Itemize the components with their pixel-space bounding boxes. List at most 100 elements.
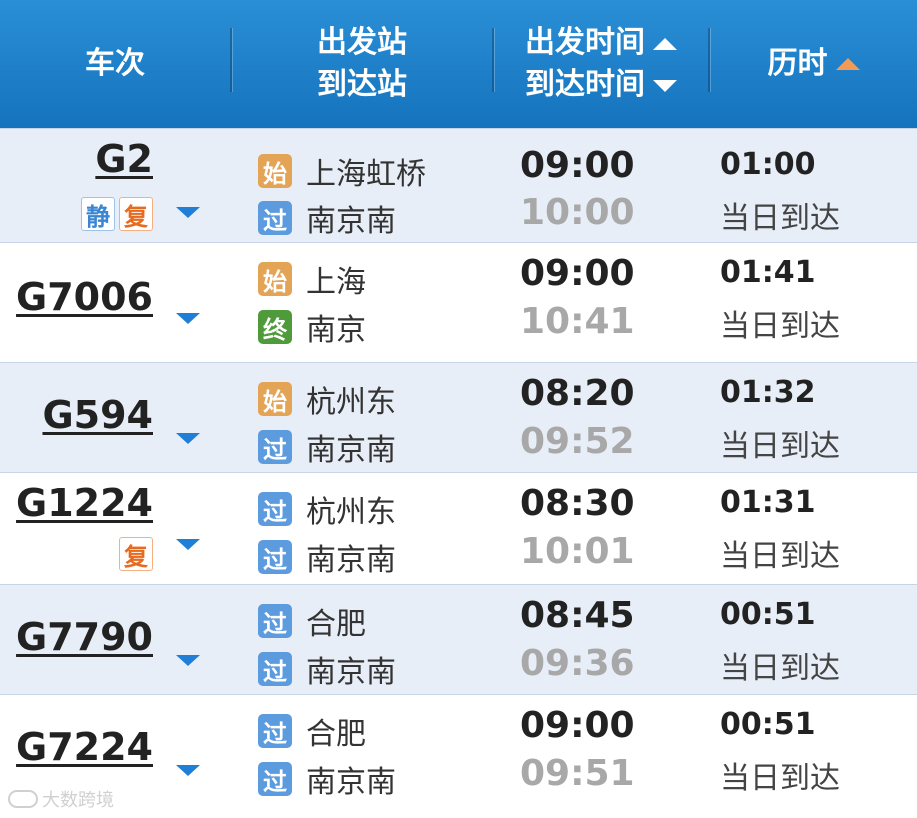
- watermark-text: 大数跨境: [42, 790, 114, 811]
- arrival-station-name: 南京南: [306, 655, 396, 690]
- arrival-day: 当日到达: [720, 761, 840, 796]
- train-badges: 静 复: [81, 197, 153, 231]
- header-to-label: 到达站: [317, 67, 407, 102]
- header-dep-time-sort[interactable]: 出发时间: [525, 22, 677, 64]
- train-number-link[interactable]: G2: [95, 137, 153, 181]
- arrival-time: 09:51: [520, 753, 635, 794]
- arrival-station: 过 南京南: [258, 196, 396, 240]
- arrival-station: 过 南京南: [258, 535, 396, 579]
- train-number-link[interactable]: G7006: [16, 275, 153, 319]
- duration: 01:41: [720, 255, 816, 290]
- pass-station-icon: 过: [258, 430, 292, 464]
- departure-station-name: 杭州东: [306, 495, 396, 530]
- origin-station-icon: 始: [258, 262, 292, 296]
- reservation-badge: 复: [119, 197, 153, 231]
- arrival-station: 过 南京南: [258, 647, 396, 691]
- departure-station-name: 合肥: [306, 717, 366, 752]
- chevron-down-icon[interactable]: [176, 313, 200, 324]
- departure-station: 过 合肥: [258, 709, 366, 753]
- departure-station-name: 杭州东: [306, 385, 396, 420]
- arrival-station-name: 南京: [306, 313, 366, 348]
- arrival-time: 09:52: [520, 421, 635, 462]
- header-arr-time-label: 到达时间: [525, 67, 645, 102]
- origin-station-icon: 始: [258, 154, 292, 188]
- watermark-logo-icon: [8, 790, 38, 808]
- train-number-link[interactable]: G594: [42, 393, 153, 437]
- pass-station-icon: 过: [258, 714, 292, 748]
- chevron-down-icon[interactable]: [176, 765, 200, 776]
- pass-station-icon: 过: [258, 540, 292, 574]
- arrival-station-name: 南京南: [306, 204, 396, 239]
- departure-station: 始 上海虹桥: [258, 149, 426, 193]
- sort-up-icon: [653, 37, 677, 50]
- departure-time: 08:30: [520, 483, 635, 524]
- departure-time: 08:45: [520, 595, 635, 636]
- pass-station-icon: 过: [258, 604, 292, 638]
- train-number-link[interactable]: G7790: [16, 615, 153, 659]
- arrival-time: 09:36: [520, 643, 635, 684]
- chevron-down-icon[interactable]: [176, 539, 200, 550]
- chevron-down-icon[interactable]: [176, 207, 200, 218]
- arrival-day: 当日到达: [720, 539, 840, 574]
- train-number-link[interactable]: G7224: [16, 725, 153, 769]
- departure-station: 过 杭州东: [258, 487, 396, 531]
- header-train[interactable]: 车次: [0, 0, 230, 128]
- departure-time: 09:00: [520, 145, 635, 186]
- departure-station: 始 上海: [258, 257, 366, 301]
- departure-station: 始 杭州东: [258, 377, 396, 421]
- header-dep-time-label: 出发时间: [525, 25, 645, 60]
- table-row[interactable]: G7790 过 合肥 过 南京南 08:45 09:36 00:51 当日到达: [0, 584, 917, 695]
- arrival-time: 10:01: [520, 531, 635, 572]
- duration: 01:32: [720, 375, 816, 410]
- table-row[interactable]: G7006 始 上海 终 南京 09:00 10:41 01:41 当日到达: [0, 242, 917, 363]
- departure-station-name: 上海: [306, 265, 366, 300]
- pass-station-icon: 过: [258, 762, 292, 796]
- arrival-station: 终 南京: [258, 305, 366, 349]
- sort-up-icon: [835, 58, 860, 70]
- pass-station-icon: 过: [258, 492, 292, 526]
- duration: 01:31: [720, 485, 816, 520]
- departure-time: 09:00: [520, 253, 635, 294]
- table-row[interactable]: G7224 过 合肥 过 南京南 09:00 09:51 00:51 当日到达: [0, 694, 917, 818]
- train-number-link[interactable]: G1224: [16, 481, 153, 525]
- train-badges: 复: [119, 537, 153, 571]
- arrival-day: 当日到达: [720, 201, 840, 236]
- table-row[interactable]: G2 静 复 始 上海虹桥 过 南京南 09:00 10:00 01:00 当日…: [0, 128, 917, 243]
- table-row[interactable]: G594 始 杭州东 过 南京南 08:20 09:52 01:32 当日到达: [0, 362, 917, 473]
- departure-time: 08:20: [520, 373, 635, 414]
- arrival-station: 过 南京南: [258, 425, 396, 469]
- sort-down-icon: [653, 79, 677, 92]
- table-header: 车次 出发站 到达站 出发时间 到达时间 历时: [0, 0, 917, 128]
- arrival-time: 10:00: [520, 192, 635, 233]
- arrival-station-name: 南京南: [306, 765, 396, 800]
- arrival-day: 当日到达: [720, 429, 840, 464]
- header-duration-label: 历时: [767, 46, 828, 81]
- pass-station-icon: 过: [258, 201, 292, 235]
- terminal-station-icon: 终: [258, 310, 292, 344]
- header-stations: 出发站 到达站: [232, 0, 492, 128]
- table-row[interactable]: G1224 复 过 杭州东 过 南京南 08:30 10:01 01:31 当日…: [0, 472, 917, 585]
- watermark: 大数跨境: [8, 786, 114, 812]
- duration: 00:51: [720, 597, 816, 632]
- header-arr-time-sort[interactable]: 到达时间: [525, 64, 677, 106]
- arrival-day: 当日到达: [720, 651, 840, 686]
- chevron-down-icon[interactable]: [176, 655, 200, 666]
- quiet-car-badge: 静: [81, 197, 115, 231]
- header-train-label: 车次: [85, 46, 145, 81]
- header-from-label: 出发站: [317, 25, 407, 60]
- origin-station-icon: 始: [258, 382, 292, 416]
- arrival-station-name: 南京南: [306, 543, 396, 578]
- header-duration-sort[interactable]: 历时: [710, 0, 917, 128]
- duration: 01:00: [720, 147, 816, 182]
- departure-station-name: 上海虹桥: [306, 157, 426, 192]
- arrival-station-name: 南京南: [306, 433, 396, 468]
- pass-station-icon: 过: [258, 652, 292, 686]
- chevron-down-icon[interactable]: [176, 433, 200, 444]
- departure-station: 过 合肥: [258, 599, 366, 643]
- header-times: 出发时间 到达时间: [494, 0, 708, 128]
- departure-time: 09:00: [520, 705, 635, 746]
- departure-station-name: 合肥: [306, 607, 366, 642]
- arrival-station: 过 南京南: [258, 757, 396, 801]
- duration: 00:51: [720, 707, 816, 742]
- arrival-day: 当日到达: [720, 309, 840, 344]
